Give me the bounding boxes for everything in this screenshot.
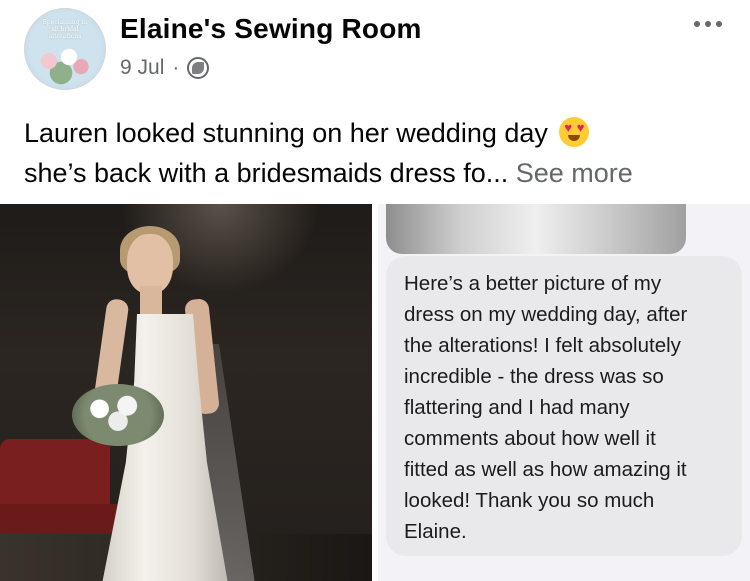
avatar-label: Specialising in all bridal alterations — [42, 19, 88, 40]
caption-line-1: Lauren looked stunning on her wedding da… — [24, 118, 556, 148]
message-text: Here’s a better picture of my dress on m… — [404, 272, 688, 543]
bride-head — [127, 234, 173, 294]
message-bubble: Here’s a better picture of my dress on m… — [386, 256, 742, 556]
page-name[interactable]: Elaine's Sewing Room — [120, 13, 422, 45]
post-meta: 9 Jul · — [120, 56, 210, 80]
more-dot — [716, 21, 722, 27]
heart-eyes-emoji-icon — [559, 117, 590, 147]
globe-icon — [187, 57, 210, 79]
post-header: Specialising in all bridal alterations E… — [0, 0, 750, 100]
more-horizontal-icon — [694, 21, 700, 27]
bouquet — [72, 384, 164, 446]
post-date[interactable]: 9 Jul — [120, 56, 164, 80]
message-screenshot[interactable]: Here’s a better picture of my dress on m… — [378, 204, 750, 581]
post-caption: Lauren looked stunning on her wedding da… — [24, 113, 734, 193]
see-more-link[interactable]: See more — [516, 158, 633, 188]
more-options-button[interactable] — [690, 12, 726, 36]
meta-separator: · — [172, 56, 180, 79]
more-dot — [705, 21, 711, 27]
caption-line-2: she’s back with a bridesmaids dress fo..… — [24, 158, 516, 188]
previous-image-message — [386, 204, 686, 254]
page-avatar[interactable]: Specialising in all bridal alterations — [24, 8, 106, 90]
bride-neck — [140, 286, 162, 314]
wedding-photo[interactable] — [0, 204, 372, 581]
